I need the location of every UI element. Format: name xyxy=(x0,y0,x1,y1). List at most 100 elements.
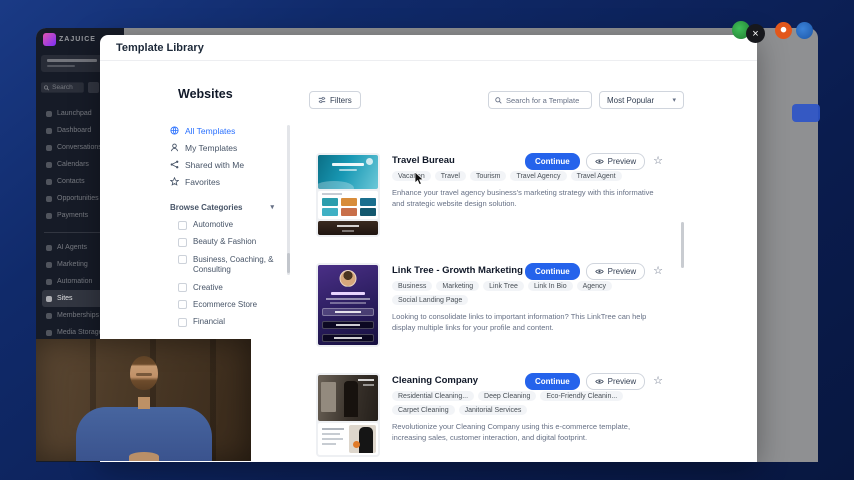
template-search-input[interactable]: Search for a Template xyxy=(488,91,592,109)
continue-button[interactable]: Continue xyxy=(525,153,580,170)
brand-logo: ZAJUICE xyxy=(43,33,96,46)
checkbox[interactable] xyxy=(178,237,187,247)
chevron-down-icon: ▾ xyxy=(270,204,274,211)
sidebar-item-icon xyxy=(46,312,52,319)
categories-scrollbar[interactable] xyxy=(287,125,290,275)
sidebar-item-label: Calendars xyxy=(57,161,89,168)
sidebar-item-label: Media Storage xyxy=(57,329,103,336)
share-icon xyxy=(170,160,179,169)
template-tag[interactable]: Link Tree xyxy=(483,281,524,291)
template-tag[interactable]: Link In Bio xyxy=(527,281,573,291)
category-checkbox-ecommerce-store[interactable]: Ecommerce Store xyxy=(178,300,286,310)
category-label: Business, Coaching, & Consulting xyxy=(193,254,274,275)
template-list-scrollbar[interactable] xyxy=(681,222,684,268)
search-icon xyxy=(495,96,502,104)
browser-extension-icon-orange[interactable] xyxy=(775,22,792,39)
template-tag[interactable]: Travel Agent xyxy=(570,171,622,181)
category-checkbox-business-coaching-consulting[interactable]: Business, Coaching, & Consulting xyxy=(178,255,286,276)
category-checkbox-creative[interactable]: Creative xyxy=(178,283,286,293)
template-tag[interactable]: Tourism xyxy=(469,171,507,181)
section-title: Websites xyxy=(178,87,233,101)
sort-dropdown[interactable]: Most Popular ▾ xyxy=(599,91,684,109)
user-icon xyxy=(170,143,179,152)
template-tag[interactable]: Janitorial Services xyxy=(458,405,528,415)
template-tag[interactable]: Carpet Cleaning xyxy=(392,405,455,415)
template-nav-my-templates[interactable]: My Templates xyxy=(170,139,290,156)
checkbox[interactable] xyxy=(178,300,187,310)
filters-button[interactable]: Filters xyxy=(309,91,361,109)
template-tag[interactable]: Social Landing Page xyxy=(392,295,469,305)
sidebar-item-icon xyxy=(46,329,52,336)
checkbox[interactable] xyxy=(178,220,187,230)
template-tag[interactable]: Travel Agency xyxy=(510,171,567,181)
star-icon xyxy=(170,177,179,186)
continue-button[interactable]: Continue xyxy=(525,373,580,390)
sidebar-item-icon xyxy=(46,278,52,285)
template-nav-favorites[interactable]: Favorites xyxy=(170,173,290,190)
close-icon[interactable]: × xyxy=(746,24,765,43)
preview-button[interactable]: Preview xyxy=(585,153,646,170)
sidebar-settings-button[interactable] xyxy=(88,82,99,93)
category-label: Ecommerce Store xyxy=(193,299,258,309)
filters-icon xyxy=(318,96,326,104)
sidebar-item-label: AI Agents xyxy=(57,244,87,251)
template-tags: Vacation Travel Tourism Travel Agency Travel… xyxy=(392,171,665,181)
template-description: Looking to consolidate links to importan… xyxy=(392,312,647,333)
checkbox[interactable] xyxy=(178,283,187,293)
template-tag[interactable]: Agency xyxy=(576,281,612,291)
favorite-star-icon[interactable]: ☆ xyxy=(651,376,665,387)
presenter-face xyxy=(129,356,158,390)
category-checkbox-financial[interactable]: Financial xyxy=(178,317,286,327)
sidebar-item-icon xyxy=(46,212,52,219)
template-tags: Business Marketing Link Tree Link In Bio Age… xyxy=(392,281,665,305)
sidebar-item-label: Sites xyxy=(57,295,73,302)
template-search-placeholder: Search for a Template xyxy=(506,95,580,105)
eye-icon xyxy=(594,158,604,165)
sidebar-item-label: Marketing xyxy=(57,261,88,268)
chevron-down-icon: ▾ xyxy=(672,96,676,104)
browser-extension-icon-blue[interactable] xyxy=(796,22,813,39)
category-checkbox-automotive[interactable]: Automotive xyxy=(178,220,286,230)
favorite-star-icon[interactable]: ☆ xyxy=(651,266,665,277)
preview-button[interactable]: Preview xyxy=(585,263,646,280)
template-card: Link Tree - Growth Marketing Business Mar… xyxy=(316,263,665,347)
sidebar-search-input[interactable]: Search xyxy=(41,82,84,93)
preview-button[interactable]: Preview xyxy=(585,373,646,390)
continue-button[interactable]: Continue xyxy=(525,263,580,280)
template-nav-all-templates[interactable]: All Templates xyxy=(170,122,290,139)
sidebar-item-label: Memberships xyxy=(57,312,100,319)
template-nav-shared-with-me[interactable]: Shared with Me xyxy=(170,156,290,173)
desktop-background: ZAJUICE Search Launchpad Dashboard Convers… xyxy=(0,0,854,480)
template-nav-label: Favorites xyxy=(185,176,220,187)
checkbox[interactable] xyxy=(178,317,187,327)
mouse-cursor xyxy=(414,171,425,191)
sort-value: Most Popular xyxy=(607,95,655,105)
template-tag[interactable]: Residential Cleaning... xyxy=(392,391,475,401)
template-description: Revolutionize your Cleaning Company usin… xyxy=(392,422,631,443)
sidebar-item-icon xyxy=(46,295,52,302)
favorite-star-icon[interactable]: ☆ xyxy=(651,156,665,167)
template-tag[interactable]: Business xyxy=(392,281,433,291)
template-tag[interactable]: Deep Cleaning xyxy=(478,391,537,401)
template-tag[interactable]: Marketing xyxy=(436,281,480,291)
template-description: Enhance your travel agency business's ma… xyxy=(392,188,654,209)
checkbox[interactable] xyxy=(178,255,187,265)
eye-icon xyxy=(594,378,604,385)
template-tag[interactable]: Eco-Friendly Cleanin... xyxy=(540,391,624,401)
sidebar-item-label: Contacts xyxy=(57,178,85,185)
template-thumbnail[interactable] xyxy=(316,153,380,237)
browse-categories-toggle[interactable]: Browse Categories ▾ xyxy=(170,203,274,212)
sidebar-item-icon xyxy=(46,244,52,251)
template-nav-label: Shared with Me xyxy=(185,159,245,170)
new-button-fragment[interactable] xyxy=(792,104,820,122)
template-tag[interactable]: Travel xyxy=(434,171,466,181)
webcam-overlay xyxy=(36,339,251,461)
sidebar-item-label: Payments xyxy=(57,212,89,219)
search-icon xyxy=(43,84,50,91)
template-thumbnail[interactable] xyxy=(316,263,380,347)
template-thumbnail[interactable] xyxy=(316,373,380,457)
eye-icon xyxy=(594,268,604,275)
sidebar-item-label: Conversations xyxy=(57,144,102,151)
category-checkbox-beauty-fashion[interactable]: Beauty & Fashion xyxy=(178,237,286,247)
category-label: Automotive xyxy=(193,220,234,229)
